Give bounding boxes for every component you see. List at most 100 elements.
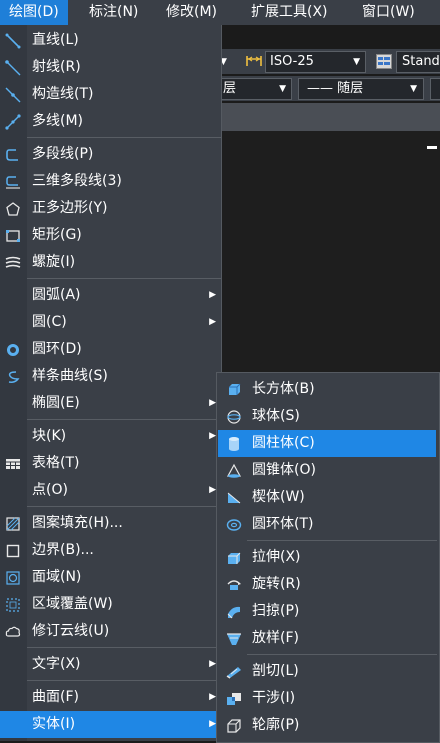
layer-select[interactable]: 层 ▼: [220, 78, 292, 100]
menu-dimension[interactable]: 标注(N): [80, 0, 147, 25]
menu-window[interactable]: 窗口(W): [353, 0, 424, 25]
submenu-arrow-icon: ▶: [209, 659, 216, 669]
cone-icon: [226, 463, 242, 479]
submenu-item-sphere[interactable]: 球体(S): [218, 403, 436, 430]
menu-item-text[interactable]: 文字(X) ▶: [0, 651, 221, 678]
line-icon: [5, 33, 21, 49]
textstyle-select[interactable]: Stand: [396, 51, 440, 73]
menu-item-label: 表格(T): [32, 455, 80, 471]
submenu-item-torus[interactable]: 圆环体(T): [218, 511, 436, 538]
menu-item-label: 直线(L): [32, 32, 79, 48]
menu-item-3d-polyline[interactable]: 三维多段线(3): [0, 168, 221, 195]
submenu-arrow-icon: ▶: [209, 317, 216, 327]
menu-item-label: 圆弧(A): [32, 287, 81, 303]
textstyle-icon: [376, 54, 392, 69]
menu-item-label: 边界(B)...: [32, 542, 94, 558]
menu-draw[interactable]: 绘图(D): [0, 0, 68, 25]
menu-item-polygon[interactable]: 正多边形(Y): [0, 195, 221, 222]
menu-item-ray[interactable]: 射线(R): [0, 54, 221, 81]
menu-item-donut[interactable]: 圆环(D): [0, 336, 221, 363]
menu-item-boundary[interactable]: 边界(B)...: [0, 537, 221, 564]
sphere-icon: [226, 409, 242, 425]
wipeout-icon: [5, 597, 21, 613]
ray-icon: [5, 60, 21, 76]
menu-item-label: 三维多段线(3): [32, 173, 122, 189]
menu-item-solid[interactable]: 实体(I) ▶: [0, 711, 221, 738]
crosshair-mark: [427, 146, 437, 149]
spline-icon: [5, 369, 21, 385]
menu-item-label: 剖切(L): [252, 663, 299, 679]
menu-item-label: 拉伸(X): [252, 549, 301, 565]
wedge-icon: [226, 490, 242, 506]
menu-item-helix[interactable]: 螺旋(I): [0, 249, 221, 276]
menu-item-ellipse[interactable]: 椭圆(E) ▶: [0, 390, 221, 417]
interfere-icon: [226, 691, 242, 707]
menu-item-label: 圆柱体(C): [252, 435, 315, 451]
solid-submenu: 长方体(B) 球体(S) 圆柱体(C) 圆锥体(O) 楔体(W) 圆环体(T) …: [216, 372, 440, 743]
menu-item-label: 长方体(B): [252, 381, 315, 397]
submenu-item-cone[interactable]: 圆锥体(O): [218, 457, 436, 484]
menu-item-spline[interactable]: 样条曲线(S): [0, 363, 221, 390]
menu-separator: [27, 419, 221, 420]
hatch-icon: [5, 516, 21, 532]
sweep-icon: [226, 604, 242, 620]
menu-separator: [27, 137, 221, 138]
region-icon: [5, 570, 21, 586]
submenu-item-slice[interactable]: 剖切(L): [218, 658, 436, 685]
submenu-item-cylinder[interactable]: 圆柱体(C): [218, 430, 436, 457]
menu-item-line[interactable]: 直线(L): [0, 27, 221, 54]
menu-item-region[interactable]: 面域(N): [0, 564, 221, 591]
menu-item-hatch[interactable]: 图案填充(H)...: [0, 510, 221, 537]
menu-item-label: 球体(S): [252, 408, 300, 424]
menu-item-block[interactable]: 块(K) ▶: [0, 423, 221, 450]
menu-separator: [27, 278, 221, 279]
dimstyle-value: ISO-25: [270, 54, 314, 69]
linetype-select[interactable]: —— 随层 ▼: [298, 78, 424, 100]
dimstyle-select[interactable]: ISO-25 ▼: [265, 51, 366, 73]
multiline-icon: [5, 114, 21, 130]
textstyle-value: Stand: [402, 54, 440, 69]
menu-item-circle[interactable]: 圆(C) ▶: [0, 309, 221, 336]
polyline-icon: [5, 147, 21, 163]
menu-item-label: 圆锥体(O): [252, 462, 316, 478]
menu-item-label: 样条曲线(S): [32, 368, 108, 384]
menu-item-label: 楔体(W): [252, 489, 305, 505]
menu-item-point[interactable]: 点(O) ▶: [0, 477, 221, 504]
menu-item-label: 旋转(R): [252, 576, 301, 592]
submenu-item-wedge[interactable]: 楔体(W): [218, 484, 436, 511]
submenu-arrow-icon: ▶: [209, 485, 216, 495]
menu-item-table[interactable]: 表格(T): [0, 450, 221, 477]
menu-item-polyline[interactable]: 多段线(P): [0, 141, 221, 168]
menu-item-label: 文字(X): [32, 656, 81, 672]
lineweight-select[interactable]: [430, 78, 440, 100]
menu-ext-tools[interactable]: 扩展工具(X): [242, 0, 337, 25]
submenu-arrow-icon: ▶: [209, 398, 216, 408]
menu-item-multiline[interactable]: 多线(M): [0, 108, 221, 135]
menu-item-construction-line[interactable]: 构造线(T): [0, 81, 221, 108]
submenu-item-loft[interactable]: 放样(F): [218, 625, 436, 652]
3d-polyline-icon: [5, 174, 21, 190]
submenu-arrow-icon: ▶: [209, 431, 216, 441]
menu-separator: [27, 647, 221, 648]
submenu-item-box[interactable]: 长方体(B): [218, 376, 436, 403]
submenu-arrow-icon: ▶: [209, 290, 216, 300]
dimstyle-icon: [245, 53, 263, 69]
construction-line-icon: [5, 87, 21, 103]
menu-item-wipeout[interactable]: 区域覆盖(W): [0, 591, 221, 618]
menu-item-surface[interactable]: 曲面(F) ▶: [0, 684, 221, 711]
menu-item-label: 区域覆盖(W): [32, 596, 113, 612]
menu-item-revcloud[interactable]: 修订云线(U): [0, 618, 221, 645]
menu-item-label: 螺旋(I): [32, 254, 76, 270]
submenu-item-sweep[interactable]: 扫掠(P): [218, 598, 436, 625]
menu-item-label: 圆环体(T): [252, 516, 314, 532]
submenu-item-solprof[interactable]: 轮廓(P): [218, 712, 436, 739]
submenu-item-extrude[interactable]: 拉伸(X): [218, 544, 436, 571]
submenu-item-revolve[interactable]: 旋转(R): [218, 571, 436, 598]
menu-item-label: 射线(R): [32, 59, 81, 75]
extrude-icon: [226, 550, 242, 566]
menu-item-rectangle[interactable]: 矩形(G): [0, 222, 221, 249]
submenu-item-interfere[interactable]: 干涉(I): [218, 685, 436, 712]
menu-separator: [27, 680, 221, 681]
menu-modify[interactable]: 修改(M): [157, 0, 226, 25]
menu-item-arc[interactable]: 圆弧(A) ▶: [0, 282, 221, 309]
